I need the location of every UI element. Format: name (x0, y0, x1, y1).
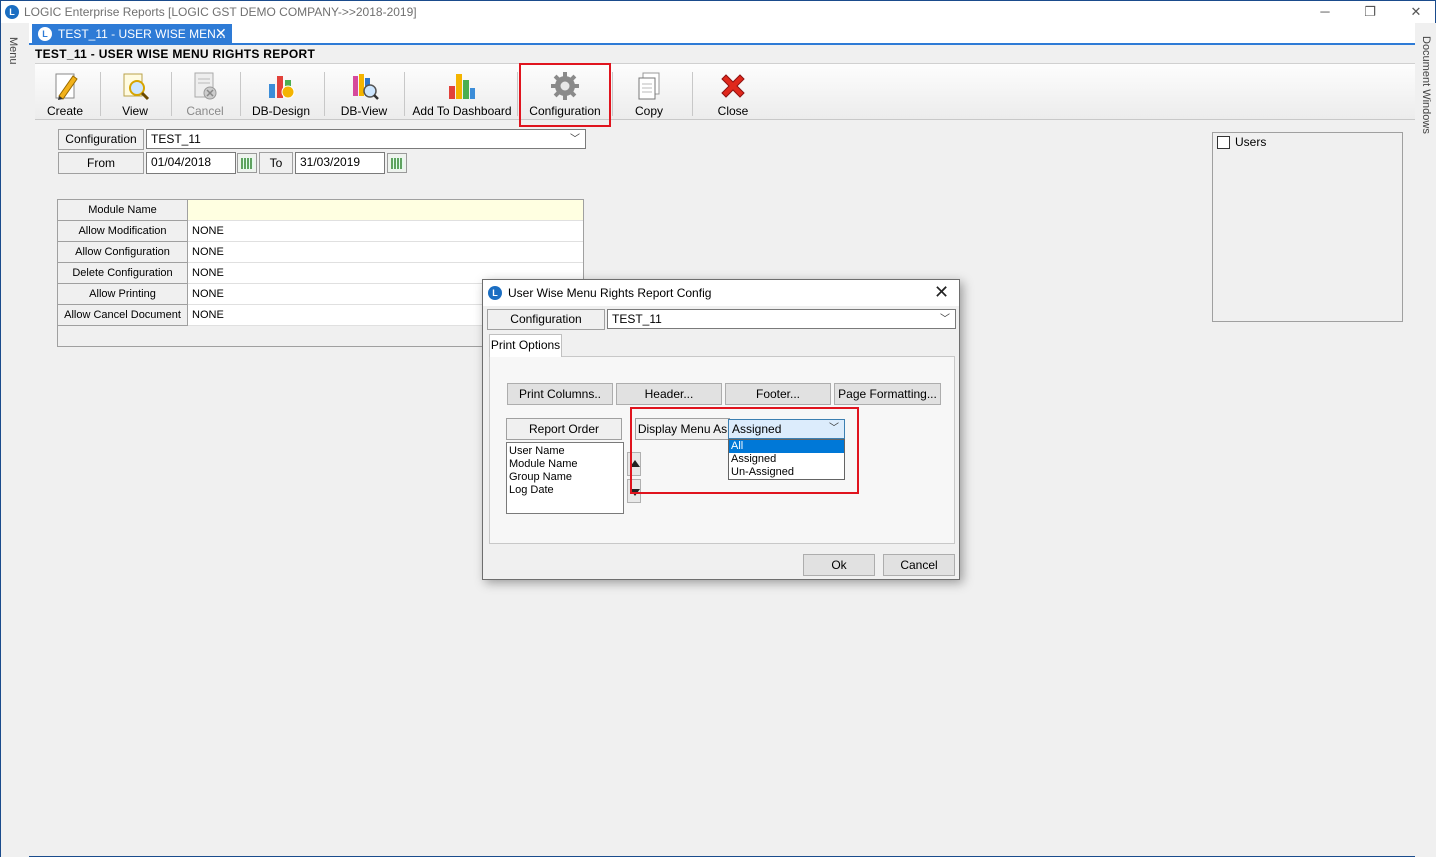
cancel-button[interactable]: Cancel (883, 554, 955, 576)
toolbar-separator (240, 72, 241, 116)
red-x-icon (721, 74, 745, 98)
grid-row-label: Allow Printing (58, 284, 188, 305)
toolbar-separator (517, 72, 518, 116)
chevron-down-icon: ﹀ (570, 134, 580, 145)
document-tab[interactable]: L TEST_11 - USER WISE MEN... ✕ (32, 24, 232, 44)
display-menu-highlight-box (630, 407, 859, 494)
page-formatting-button[interactable]: Page Formatting... (834, 383, 941, 405)
list-item[interactable]: Log Date (509, 484, 621, 497)
list-item[interactable]: Group Name (509, 471, 621, 484)
copy-button[interactable]: Copy (621, 64, 677, 120)
configuration-highlight-box (519, 63, 611, 127)
db-design-icon (269, 76, 295, 99)
header-button[interactable]: Header... (616, 383, 722, 405)
allow-modification-cell[interactable]: NONE (188, 221, 583, 242)
magnifier-icon (123, 73, 150, 101)
logic-tab-icon: L (38, 27, 52, 41)
calendar-icon[interactable] (237, 153, 257, 173)
cancel-document-icon (194, 72, 217, 100)
to-date-input[interactable]: 31/03/2019 (295, 152, 385, 174)
restore-icon[interactable]: ❐ (1356, 3, 1384, 21)
toolbar-separator (612, 72, 613, 116)
close-window-icon[interactable]: ✕ (1402, 3, 1430, 21)
title-bar: L LOGIC Enterprise Reports [LOGIC GST DE… (1, 1, 1435, 23)
list-item[interactable]: User Name (509, 445, 621, 458)
dialog-title: User Wise Menu Rights Report Config (508, 286, 712, 300)
logic-app-icon: L (5, 5, 19, 19)
db-view-button[interactable]: DB-View (333, 64, 395, 120)
close-toolbar-button[interactable]: Close (705, 64, 761, 120)
dialog-title-bar: L User Wise Menu Rights Report Config ✕ (483, 280, 959, 306)
db-view-label: DB-View (340, 104, 388, 118)
configuration-label: Configuration (58, 129, 144, 150)
cancel-toolbar-button[interactable]: Cancel (177, 64, 233, 120)
allow-configuration-cell[interactable]: NONE (188, 242, 583, 263)
users-panel: Users (1212, 132, 1403, 322)
app-title: LOGIC Enterprise Reports [LOGIC GST DEMO… (24, 5, 417, 19)
report-title: TEST_11 - USER WISE MENU RIGHTS REPORT (35, 47, 316, 61)
menu-rail[interactable] (1, 23, 29, 857)
db-design-label: DB-Design (251, 104, 311, 118)
chevron-down-icon: ﹀ (940, 314, 950, 325)
toolbar-separator (404, 72, 405, 116)
footer-button[interactable]: Footer... (725, 383, 831, 405)
minimize-icon[interactable]: ─ (1311, 3, 1339, 21)
db-design-button[interactable]: DB-Design (247, 64, 315, 120)
print-columns-button[interactable]: Print Columns.. (507, 383, 613, 405)
toolbar-separator (100, 72, 101, 116)
document-windows-rail[interactable] (1415, 23, 1436, 857)
document-tab-strip (29, 23, 1415, 45)
from-date-input[interactable]: 01/04/2018 (146, 152, 236, 174)
configuration-select[interactable]: TEST_11 ﹀ (146, 129, 586, 149)
grid-row-label: Allow Configuration (58, 242, 188, 263)
list-item[interactable]: Module Name (509, 458, 621, 471)
menu-rail-label[interactable]: Menu (7, 37, 19, 65)
report-order-list[interactable]: User Name Module Name Group Name Log Dat… (506, 442, 624, 514)
add-to-dashboard-label: Add To Dashboard (412, 104, 512, 118)
toolbar-separator (324, 72, 325, 116)
report-config-dialog: L User Wise Menu Rights Report Config ✕ … (482, 279, 960, 580)
logic-dialog-icon: L (488, 286, 502, 300)
view-label: View (122, 104, 148, 118)
document-tab-label: TEST_11 - USER WISE MEN... (58, 27, 226, 41)
document-windows-label[interactable]: Document Windows (1420, 36, 1432, 134)
toolbar-separator (692, 72, 693, 116)
copy-label: Copy (634, 104, 663, 118)
toolbar: Create View Cancel DB-Design DB-View Add… (35, 63, 1415, 120)
calendar-icon[interactable] (387, 153, 407, 173)
print-options-panel: Print Columns.. Header... Footer... Page… (489, 356, 955, 544)
configuration-value: TEST_11 (151, 132, 201, 146)
pencil-icon (55, 73, 78, 100)
grid-row-label: Allow Cancel Document (58, 305, 188, 326)
view-button[interactable]: View (107, 64, 163, 120)
bar-chart-icon (449, 74, 475, 99)
tab-close-icon[interactable]: ✕ (215, 25, 227, 42)
ok-button[interactable]: Ok (803, 554, 875, 576)
users-label: Users (1235, 135, 1267, 149)
copy-icon (638, 72, 660, 100)
cancel-toolbar-label: Cancel (186, 104, 224, 118)
create-label: Create (46, 104, 84, 118)
app-window: L LOGIC Enterprise Reports [LOGIC GST DE… (0, 0, 1436, 857)
module-name-cell[interactable] (188, 200, 583, 221)
dialog-configuration-label: Configuration (487, 309, 605, 330)
close-toolbar-label: Close (717, 104, 749, 118)
grid-row-label: Allow Modification (58, 221, 188, 242)
report-order-label: Report Order (506, 418, 622, 440)
db-view-icon (353, 74, 379, 100)
dialog-close-icon[interactable]: ✕ (934, 282, 949, 303)
grid-row-label: Delete Configuration (58, 263, 188, 284)
dialog-configuration-value: TEST_11 (612, 312, 662, 326)
from-label: From (58, 152, 144, 174)
create-button[interactable]: Create (37, 64, 93, 120)
toolbar-separator (171, 72, 172, 116)
tab-print-options[interactable]: Print Options (489, 334, 562, 357)
add-to-dashboard-button[interactable]: Add To Dashboard (411, 64, 513, 120)
dialog-configuration-select[interactable]: TEST_11 ﹀ (607, 309, 956, 329)
to-label: To (259, 152, 293, 174)
tab-list-dropdown-icon[interactable]: ▼ (1396, 28, 1404, 37)
users-checkbox[interactable] (1217, 136, 1230, 149)
grid-row-label: Module Name (58, 200, 188, 221)
